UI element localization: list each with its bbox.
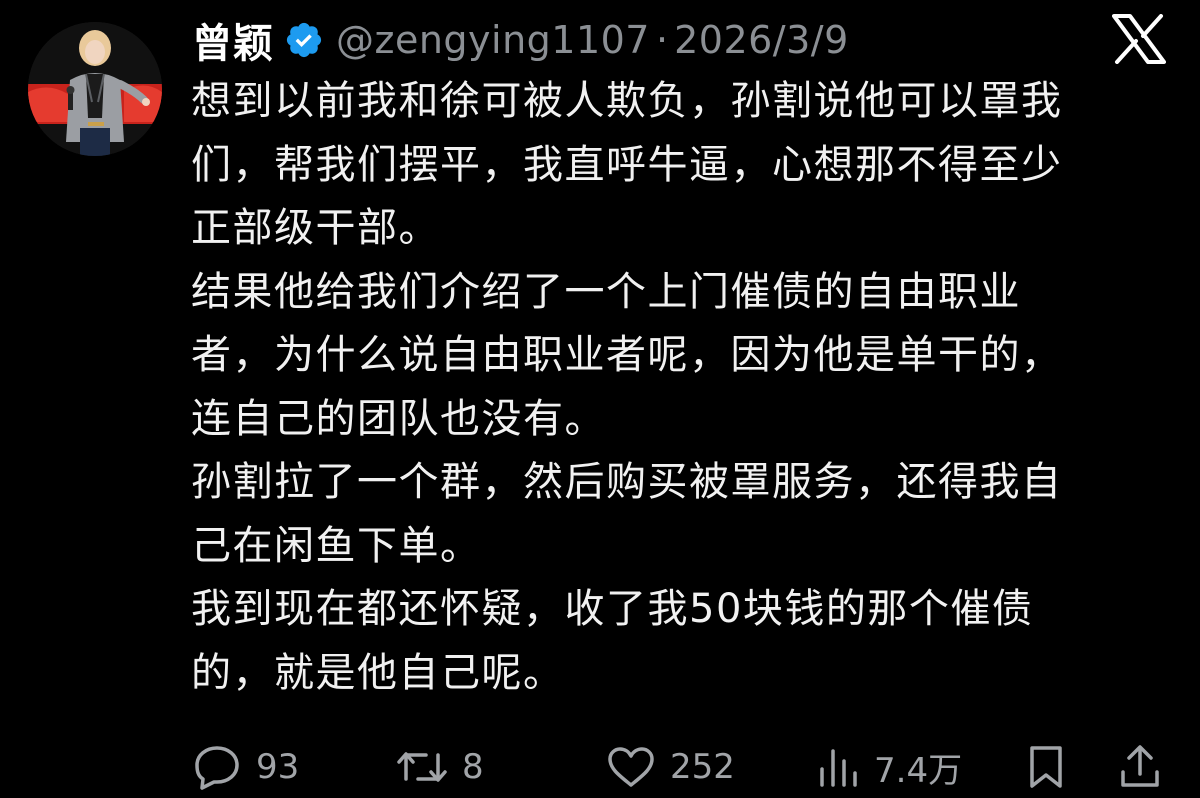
- views-count: 7.4万: [874, 750, 963, 791]
- tweet-text-line: 们，帮我们摆平，我直呼牛逼，心想那不得至少: [191, 141, 1063, 188]
- bookmark-icon: [1026, 744, 1066, 790]
- tweet-header: 曾颖 @zengying1107 · 2026/3/9: [192, 12, 849, 68]
- views-button[interactable]: 7.4万: [816, 738, 962, 796]
- verified-badge-icon: [284, 20, 324, 60]
- header-separator: ·: [656, 18, 669, 62]
- tweet-text-line: 我到现在都还怀疑，收了我50块钱的那个催债: [191, 586, 1034, 632]
- author-handle[interactable]: @zengying1107: [336, 18, 650, 62]
- author-display-name[interactable]: 曾颖: [192, 11, 274, 69]
- reply-count: 93: [256, 747, 300, 787]
- post-date[interactable]: 2026/3/9: [674, 18, 849, 62]
- tweet: 曾颖 @zengying1107 · 2026/3/9 想到以前我和徐可被人欺负…: [0, 0, 1200, 798]
- tweet-text-line: 想到以前我和徐可被人欺负，孙割说他可以罩我: [191, 78, 1063, 124]
- tweet-text-line: 者，为什么说自由职业者呢，因为他是单干的，: [191, 332, 1063, 378]
- tweet-text: 想到以前我和徐可被人欺负，孙割说他可以罩我 们，帮我们摆平，我直呼牛逼，心想那不…: [191, 70, 1171, 705]
- avatar[interactable]: [28, 22, 162, 156]
- repost-button[interactable]: 8: [396, 738, 484, 796]
- x-logo-icon: [1112, 14, 1166, 64]
- tweet-text-line: 正部级干部。: [191, 205, 440, 251]
- reply-button[interactable]: 93: [192, 738, 299, 796]
- tweet-text-line: 结果他给我们介绍了一个上门催债的自由职业: [191, 268, 1021, 315]
- tweet-text-line: 的，就是他自己呢。: [191, 649, 565, 696]
- tweet-text-line: 连自己的团队也没有。: [191, 395, 606, 442]
- share-button[interactable]: [1118, 738, 1162, 796]
- repost-count: 8: [462, 747, 484, 787]
- heart-icon: [606, 745, 656, 789]
- like-button[interactable]: 252: [606, 738, 735, 796]
- tweet-text-line: 己在闲鱼下单。: [191, 522, 482, 569]
- repost-icon: [396, 745, 448, 789]
- bookmark-button[interactable]: [1026, 738, 1066, 796]
- views-icon: [816, 745, 860, 789]
- like-count: 252: [670, 747, 735, 787]
- share-icon: [1118, 744, 1162, 790]
- reply-icon: [192, 744, 242, 790]
- tweet-text-line: 孙割拉了一个群，然后购买被罩服务，还得我自: [191, 459, 1063, 505]
- action-bar: 93 8 252 7.4万: [0, 738, 1200, 796]
